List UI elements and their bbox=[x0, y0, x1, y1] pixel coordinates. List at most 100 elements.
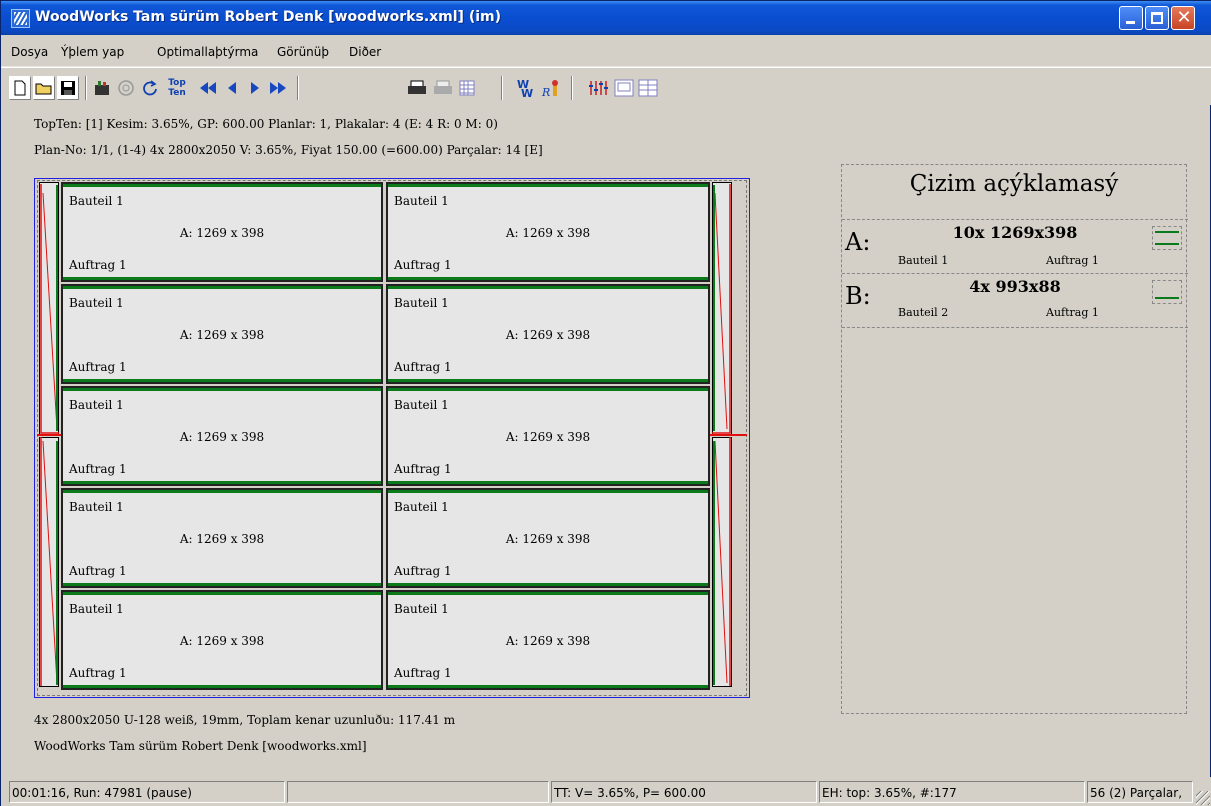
machine-icon bbox=[95, 81, 109, 95]
part-a-1[interactable]: Bauteil 1 A: 1269 x 398 Auftrag 1 bbox=[61, 182, 383, 282]
open-folder-icon bbox=[35, 83, 52, 95]
left-strip-top[interactable] bbox=[39, 182, 59, 435]
part-dimension: A: 1269 x 398 bbox=[179, 430, 265, 444]
open-button[interactable] bbox=[33, 76, 55, 100]
menu-bar: Dosya Ýþlem yap Optimallaþtýrma Görünüþ … bbox=[1, 35, 1211, 67]
legend-order: Auftrag 1 bbox=[1046, 306, 1099, 319]
edge-band bbox=[388, 286, 708, 289]
grid-icon bbox=[459, 80, 475, 96]
target-button[interactable] bbox=[115, 76, 137, 100]
part-a-8[interactable]: Bauteil 1 A: 1269 x 398 Auftrag 1 bbox=[386, 488, 710, 588]
minimize-button[interactable] bbox=[1119, 6, 1143, 30]
next-plan-button[interactable] bbox=[244, 76, 266, 100]
legend-dimension: 10x 1269x398 bbox=[952, 223, 1078, 242]
toolbar: Top Ten WW R bbox=[1, 67, 1211, 105]
part-name: Bauteil 1 bbox=[69, 194, 124, 208]
maximize-icon bbox=[1151, 12, 1163, 24]
legend-dimension: 4x 993x88 bbox=[969, 277, 1061, 296]
sliders-button[interactable] bbox=[587, 76, 609, 100]
part-a-6[interactable]: Bauteil 1 A: 1269 x 398 Auftrag 1 bbox=[386, 386, 710, 486]
save-button[interactable] bbox=[57, 76, 79, 100]
menu-other[interactable]: Diðer bbox=[349, 45, 381, 59]
part-a-9[interactable]: Bauteil 1 A: 1269 x 398 Auftrag 1 bbox=[61, 590, 383, 690]
maximize-button[interactable] bbox=[1145, 6, 1169, 30]
title-bar[interactable]: WoodWorks Tam sürüm Robert Denk [woodwor… bbox=[1, 1, 1211, 35]
woodworks-app-icon[interactable] bbox=[11, 9, 30, 28]
part-a-7[interactable]: Bauteil 1 A: 1269 x 398 Auftrag 1 bbox=[61, 488, 383, 588]
menu-process[interactable]: Ýþlem yap bbox=[61, 45, 124, 59]
part-dimension: A: 1269 x 398 bbox=[505, 328, 591, 342]
report-icon: R bbox=[541, 80, 558, 98]
part-order: Auftrag 1 bbox=[69, 462, 127, 476]
previous-plan-button[interactable] bbox=[221, 76, 243, 100]
edge-band bbox=[388, 184, 708, 187]
menu-view[interactable]: Görünüþ bbox=[277, 45, 329, 59]
print-button[interactable] bbox=[406, 76, 428, 100]
part-name: Bauteil 1 bbox=[394, 500, 449, 514]
part-order: Auftrag 1 bbox=[394, 360, 452, 374]
part-dimension: A: 1269 x 398 bbox=[505, 532, 591, 546]
woodworks-button[interactable]: WW bbox=[515, 76, 537, 100]
edge-swatch-icon bbox=[1152, 280, 1182, 304]
drawing-legend: Çizim açýklamasý A: 10x 1269x398 Bauteil… bbox=[841, 164, 1188, 714]
legend-part-name: Bauteil 2 bbox=[898, 306, 949, 319]
legend-row-a[interactable]: A: 10x 1269x398 Bauteil 1 Auftrag 1 bbox=[842, 219, 1188, 273]
status-empty bbox=[287, 781, 549, 803]
close-icon: ✕ bbox=[1176, 7, 1192, 28]
top-ten-icon-label: Ten bbox=[168, 88, 186, 98]
toolbar-separator bbox=[571, 76, 573, 100]
status-topten: TT: V= 3.65%, P= 600.00 bbox=[551, 781, 817, 803]
legend-part-name: Bauteil 1 bbox=[898, 254, 949, 267]
legend-row-b[interactable]: B: 4x 993x88 Bauteil 2 Auftrag 1 bbox=[842, 273, 1188, 327]
last-icon bbox=[270, 82, 286, 94]
part-dimension: A: 1269 x 398 bbox=[179, 634, 265, 648]
refresh-button[interactable] bbox=[139, 76, 161, 100]
close-button[interactable]: ✕ bbox=[1171, 6, 1195, 30]
part-a-4[interactable]: Bauteil 1 A: 1269 x 398 Auftrag 1 bbox=[386, 284, 710, 384]
left-strip-bottom[interactable] bbox=[39, 437, 59, 687]
minimize-icon bbox=[1126, 21, 1135, 24]
part-name: Bauteil 1 bbox=[394, 398, 449, 412]
status-bar: 00:01:16, Run: 47981 (pause) TT: V= 3.65… bbox=[1, 777, 1211, 806]
part-order: Auftrag 1 bbox=[69, 360, 127, 374]
part-order: Auftrag 1 bbox=[394, 462, 452, 476]
menu-file[interactable]: Dosya bbox=[11, 45, 48, 59]
grid-button[interactable] bbox=[456, 76, 478, 100]
part-name: Bauteil 1 bbox=[69, 500, 124, 514]
resize-grip-icon[interactable] bbox=[1196, 791, 1210, 805]
previous-icon bbox=[228, 82, 236, 94]
license-info: WoodWorks Tam sürüm Robert Denk [woodwor… bbox=[34, 739, 367, 753]
part-name: Bauteil 1 bbox=[69, 398, 124, 412]
part-a-3[interactable]: Bauteil 1 A: 1269 x 398 Auftrag 1 bbox=[61, 284, 383, 384]
report-button[interactable]: R bbox=[541, 76, 563, 100]
layout-button[interactable] bbox=[613, 76, 635, 100]
menu-optimize[interactable]: Optimallaþtýrma bbox=[157, 45, 258, 59]
part-a-5[interactable]: Bauteil 1 A: 1269 x 398 Auftrag 1 bbox=[61, 386, 383, 486]
new-file-button[interactable] bbox=[9, 76, 31, 100]
target-icon bbox=[118, 80, 134, 96]
right-strip-bottom[interactable] bbox=[712, 437, 732, 687]
svg-text:W: W bbox=[521, 87, 533, 98]
toolbar-separator bbox=[85, 76, 87, 100]
right-strip-top[interactable] bbox=[712, 182, 732, 435]
top-ten-button[interactable]: Top Ten bbox=[166, 76, 188, 100]
print-preview-button[interactable] bbox=[432, 76, 454, 100]
layout-icon bbox=[614, 79, 634, 97]
edge-band bbox=[63, 685, 381, 688]
legend-divider bbox=[842, 327, 1188, 328]
edge-band bbox=[63, 388, 381, 391]
part-a-2[interactable]: Bauteil 1 A: 1269 x 398 Auftrag 1 bbox=[386, 182, 710, 282]
last-plan-button[interactable] bbox=[267, 76, 289, 100]
edge-band bbox=[388, 592, 708, 595]
edge-band bbox=[388, 379, 708, 382]
edge-band bbox=[63, 379, 381, 382]
part-name: Bauteil 1 bbox=[394, 296, 449, 310]
edge-band bbox=[63, 286, 381, 289]
edge-band bbox=[63, 481, 381, 484]
first-plan-button[interactable] bbox=[197, 76, 219, 100]
part-dimension: A: 1269 x 398 bbox=[505, 634, 591, 648]
machine-button[interactable] bbox=[91, 76, 113, 100]
part-a-10[interactable]: Bauteil 1 A: 1269 x 398 Auftrag 1 bbox=[386, 590, 710, 690]
status-time-run: 00:01:16, Run: 47981 (pause) bbox=[9, 781, 285, 803]
panels-button[interactable] bbox=[637, 76, 659, 100]
